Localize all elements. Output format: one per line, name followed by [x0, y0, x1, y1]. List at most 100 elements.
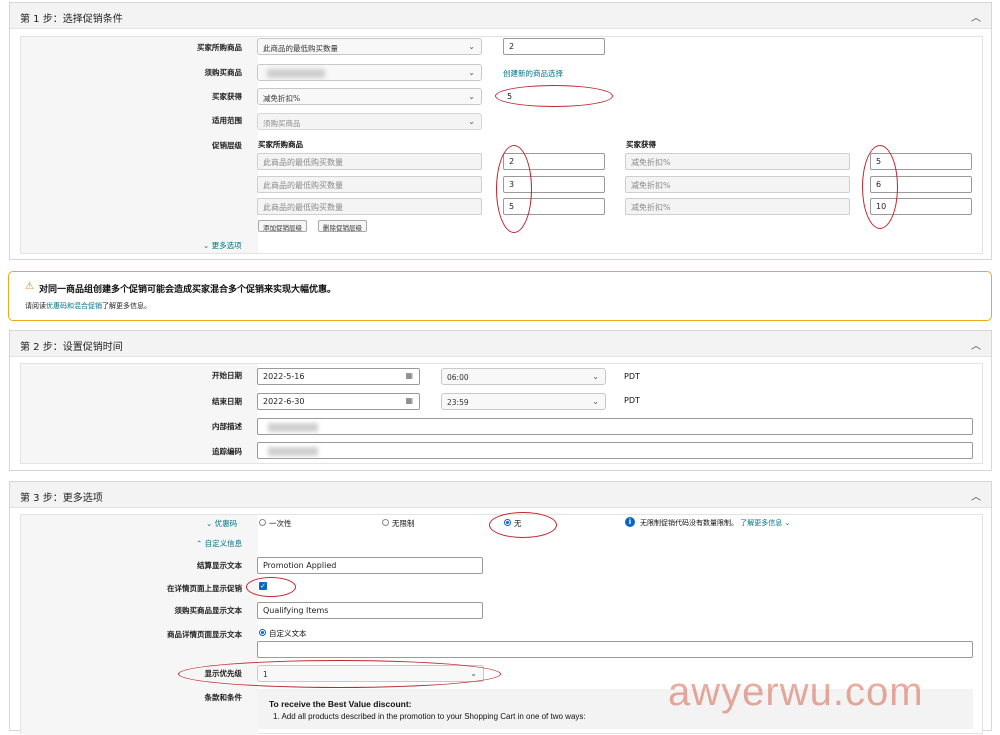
- internal-desc-input[interactable]: [257, 418, 973, 435]
- label-buyer-purchase: 买家所购商品: [197, 43, 242, 52]
- label-buyer-gets: 买家获得: [212, 92, 242, 101]
- step1-header[interactable]: 第 1 步：选择促销条件 ︿: [10, 3, 991, 29]
- tier-benefit[interactable]: 减免折扣%: [625, 153, 850, 170]
- label-detail-text: 商品详情页面显示文本: [167, 630, 242, 639]
- warning-title: 对同一商品组创建多个促销可能会造成买家混合多个促销来实现大幅优惠。: [39, 285, 337, 295]
- chevron-down-icon: ⌄: [784, 519, 791, 527]
- label-terms: 条款和条件: [204, 693, 243, 702]
- label-purchased-item: 须购买商品: [204, 68, 243, 77]
- start-tz: PDT: [624, 372, 640, 381]
- step2-header[interactable]: 第 2 步：设置促销时间 ︿: [10, 331, 991, 357]
- label-tiers: 促销层级: [212, 141, 242, 150]
- chevron-down-icon: ⌄: [592, 397, 599, 406]
- coupon-info-link[interactable]: 了解更多信息: [740, 519, 782, 527]
- collapse-icon[interactable]: ︿: [971, 337, 981, 352]
- applies-to-select[interactable]: 须购买商品 ⌄: [257, 113, 482, 130]
- terms-title: To receive the Best Value discount:: [269, 699, 412, 709]
- remove-tier-button[interactable]: 删除促销层级: [318, 220, 367, 232]
- warning-body-prefix: 请阅读: [25, 302, 46, 310]
- step1-panel: 第 1 步：选择促销条件 ︿: [9, 2, 992, 260]
- warning-body-link[interactable]: 优惠码和混合促销: [46, 302, 102, 310]
- chevron-up-icon: ⌃: [196, 539, 205, 548]
- buyer-gets-select[interactable]: 减免折扣% ⌄: [257, 88, 482, 105]
- coupon-info-text: 无限制促销代码没有数量限制。: [640, 519, 738, 527]
- custom-info-toggle[interactable]: ⌃ 自定义信息: [196, 538, 242, 549]
- end-time-value: 23:59: [447, 398, 469, 407]
- label-internal-desc: 内部描述: [212, 422, 242, 431]
- blurred-value: [268, 447, 318, 456]
- purchased-text-input[interactable]: Qualifying Items: [257, 602, 483, 619]
- tracking-code-input[interactable]: [257, 442, 973, 459]
- tiers-header-left: 买家所购商品: [258, 140, 303, 149]
- blurred-value: [267, 69, 325, 78]
- coupon-option-unlimited: 无限制: [392, 519, 415, 528]
- chevron-down-icon: ⌄: [206, 519, 215, 528]
- more-options-toggle[interactable]: ⌄ 更多选项: [203, 240, 242, 251]
- buyer-purchase-select-value: 此商品的最低购买数量: [263, 44, 338, 53]
- end-time-select[interactable]: 23:59 ⌄: [441, 393, 606, 410]
- purchased-item-select[interactable]: ⌄: [257, 64, 482, 81]
- detail-radio[interactable]: [259, 629, 266, 636]
- highlight-ellipse: [178, 660, 501, 688]
- label-checkout-text: 结算显示文本: [197, 561, 242, 570]
- add-tier-button[interactable]: 添加促销层级: [258, 220, 307, 232]
- coupon-toggle[interactable]: ⌄ 优惠码: [206, 518, 237, 529]
- info-icon: i: [625, 517, 635, 527]
- start-date-input[interactable]: 2022-5-16 ▦: [257, 368, 420, 385]
- label-purchased-text: 须购买商品显示文本: [174, 606, 243, 615]
- label-start-date: 开始日期: [212, 371, 242, 380]
- tier-condition[interactable]: 此商品的最低购买数量: [257, 176, 482, 193]
- coupon-option-once: 一次性: [269, 519, 292, 528]
- label-end-date: 结束日期: [212, 397, 242, 406]
- calendar-icon[interactable]: ▦: [405, 396, 413, 405]
- chevron-down-icon: ⌄: [468, 68, 475, 77]
- highlight-ellipse: [495, 85, 613, 107]
- more-options-label: 更多选项: [211, 241, 242, 250]
- end-date-input[interactable]: 2022-6-30 ▦: [257, 393, 420, 410]
- buyer-gets-select-value: 减免折扣%: [263, 94, 301, 103]
- warning-body-suffix: 了解更多信息。: [102, 302, 151, 310]
- start-time-select[interactable]: 06:00 ⌄: [441, 368, 606, 385]
- applies-to-select-value: 须购买商品: [263, 119, 301, 128]
- custom-info-label: 自定义信息: [204, 539, 243, 548]
- step3-header[interactable]: 第 3 步：更多选项 ︿: [10, 482, 991, 508]
- end-tz: PDT: [624, 396, 640, 405]
- highlight-ellipse: [489, 512, 557, 538]
- watermark: awyerwu.com: [668, 670, 924, 714]
- step3-title: 第 3 步：更多选项: [20, 493, 103, 504]
- buyer-purchase-qty-input[interactable]: 2: [503, 38, 605, 55]
- terms-line: 1. Add all products described in the pro…: [273, 712, 586, 721]
- start-time-value: 06:00: [447, 373, 469, 382]
- chevron-down-icon: ⌄: [468, 42, 475, 51]
- tier-benefit[interactable]: 减免折扣%: [625, 176, 850, 193]
- tier-condition[interactable]: 此商品的最低购买数量: [257, 153, 482, 170]
- highlight-ellipse: [862, 145, 898, 229]
- label-applies-to: 适用范围: [212, 116, 242, 125]
- chevron-down-icon: ⌄: [468, 117, 475, 126]
- calendar-icon[interactable]: ▦: [405, 371, 413, 380]
- collapse-icon[interactable]: ︿: [971, 488, 981, 503]
- buyer-purchase-select[interactable]: 此商品的最低购买数量 ⌄: [257, 38, 482, 55]
- create-selection-link[interactable]: 创建新的商品选择: [503, 68, 563, 79]
- detail-radio-label: 自定义文本: [269, 629, 307, 638]
- start-date-value: 2022-5-16: [263, 372, 305, 381]
- checkout-text-input[interactable]: Promotion Applied: [257, 557, 483, 574]
- collapse-icon[interactable]: ︿: [971, 9, 981, 24]
- label-tracking-code: 追踪编码: [212, 447, 242, 456]
- warning-body: 请阅读优惠码和混合促销了解更多信息。: [25, 301, 151, 311]
- detail-text-input[interactable]: [257, 641, 973, 658]
- coupon-radio-once[interactable]: [259, 519, 266, 526]
- step2-title: 第 2 步：设置促销时间: [20, 342, 123, 353]
- warning-alert: ⚠ 对同一商品组创建多个促销可能会造成买家混合多个促销来实现大幅优惠。 请阅读优…: [8, 271, 992, 321]
- highlight-ellipse: [496, 145, 532, 233]
- step1-title: 第 1 步：选择促销条件: [20, 14, 123, 25]
- highlight-ellipse: [246, 577, 296, 597]
- chevron-down-icon: ⌄: [203, 241, 212, 250]
- tiers-header-right: 买家获得: [626, 140, 656, 149]
- label-show-on-detail: 在详情页面上显示促销: [167, 584, 242, 593]
- tier-condition[interactable]: 此商品的最低购买数量: [257, 198, 482, 215]
- chevron-down-icon: ⌄: [468, 92, 475, 101]
- coupon-radio-unlimited[interactable]: [382, 519, 389, 526]
- coupon-info: 无限制促销代码没有数量限制。 了解更多信息 ⌄: [640, 518, 790, 528]
- tier-benefit[interactable]: 减免折扣%: [625, 198, 850, 215]
